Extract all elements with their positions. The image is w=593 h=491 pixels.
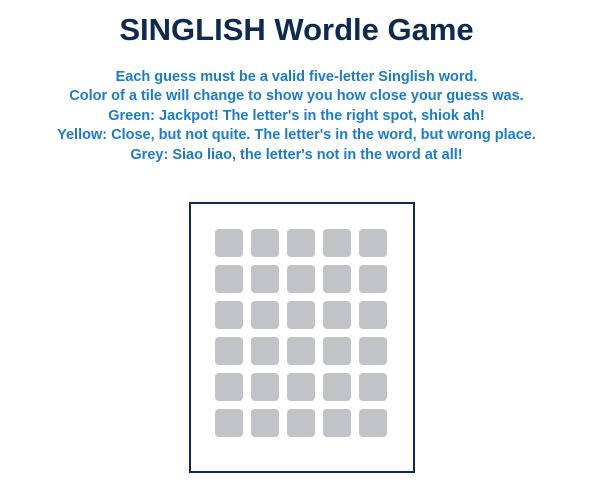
tile-grid: [215, 229, 387, 437]
letter-tile: [323, 265, 351, 293]
letter-tile: [359, 409, 387, 437]
letter-tile: [287, 373, 315, 401]
letter-tile: [215, 265, 243, 293]
letter-tile: [287, 229, 315, 257]
instruction-line-grey: Grey: Siao liao, the letter's not in the…: [130, 146, 463, 163]
letter-tile: [215, 301, 243, 329]
letter-tile: [359, 229, 387, 257]
game-board: [189, 202, 415, 473]
instruction-line: Each guess must be a valid five-letter S…: [115, 69, 478, 85]
letter-tile: [215, 409, 243, 437]
letter-tile: [287, 409, 315, 437]
page-title: SINGLISH Wordle Game: [119, 12, 474, 47]
letter-tile: [215, 373, 243, 401]
letter-tile: [251, 409, 279, 437]
letter-tile: [287, 337, 315, 365]
instruction-line-green: Green: Jackpot! The letter's in the righ…: [108, 107, 485, 124]
letter-tile: [287, 301, 315, 329]
instruction-line-yellow: Yellow: Close, but not quite. The letter…: [57, 127, 536, 144]
instruction-line: Color of a tile will change to show you …: [69, 88, 524, 105]
letter-tile: [323, 229, 351, 257]
letter-tile: [215, 229, 243, 257]
letter-tile: [251, 337, 279, 365]
letter-tile: [323, 337, 351, 365]
letter-tile: [251, 265, 279, 293]
letter-tile: [359, 337, 387, 365]
letter-tile: [251, 301, 279, 329]
letter-tile: [287, 265, 315, 293]
letter-tile: [215, 337, 243, 365]
letter-tile: [359, 301, 387, 329]
letter-tile: [323, 409, 351, 437]
letter-tile: [251, 373, 279, 401]
letter-tile: [323, 373, 351, 401]
letter-tile: [359, 265, 387, 293]
letter-tile: [323, 301, 351, 329]
letter-tile: [251, 229, 279, 257]
letter-tile: [359, 373, 387, 401]
instructions: Each guess must be a valid five-letter S…: [0, 68, 593, 165]
